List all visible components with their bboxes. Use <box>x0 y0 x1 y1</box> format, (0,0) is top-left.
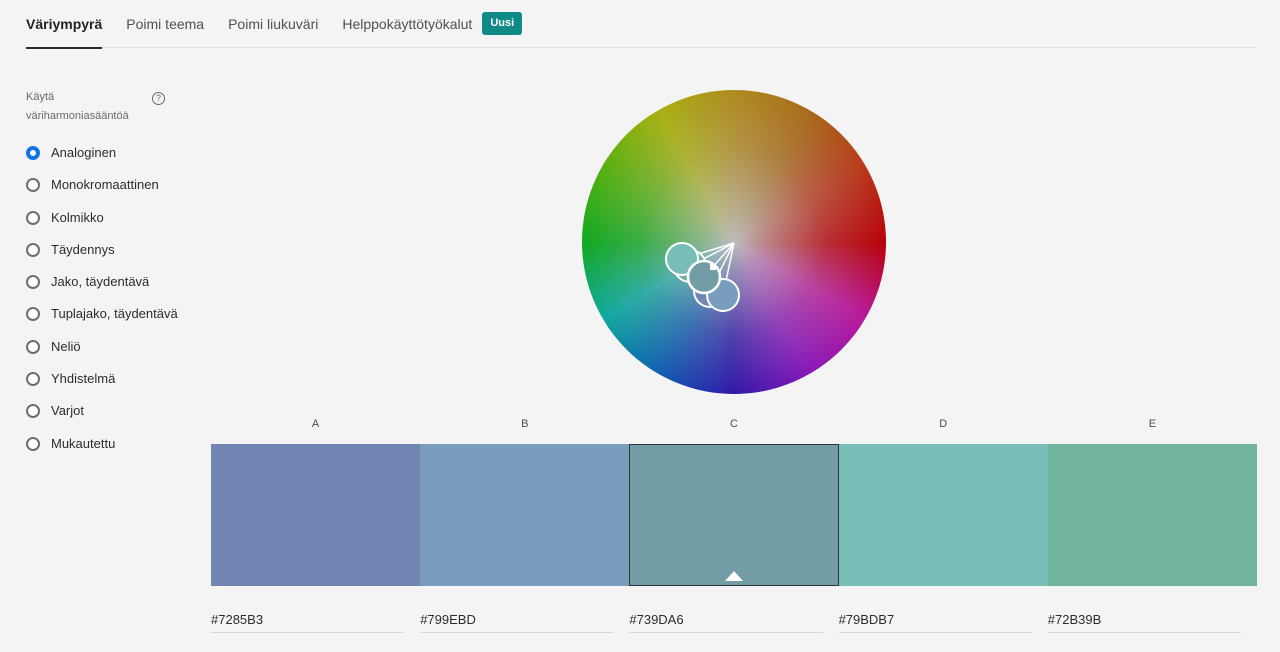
rule-option-triad[interactable]: Kolmikko <box>26 209 178 241</box>
color-wheel-handles[interactable] <box>582 90 886 394</box>
hex-input-e[interactable] <box>1047 606 1241 633</box>
swatch-letter-e: E <box>1148 418 1157 430</box>
swatch-b[interactable] <box>420 444 630 586</box>
rule-option-shades[interactable]: Varjot <box>26 402 178 434</box>
rule-option-label: Mukautettu <box>51 435 116 451</box>
swatch-d[interactable] <box>838 444 1048 586</box>
rule-option-label: Analoginen <box>51 145 117 160</box>
hex-cell-b <box>420 606 629 633</box>
radio-button[interactable] <box>26 436 40 451</box>
radio-button[interactable] <box>26 242 40 257</box>
radio-button[interactable] <box>26 178 40 193</box>
rule-option-split-complementary[interactable]: Jako, täydentävä <box>26 273 178 305</box>
radio-button[interactable] <box>26 210 40 225</box>
hex-cell-c <box>629 606 838 633</box>
rule-option-analogous[interactable]: Analoginen <box>26 144 178 176</box>
radio-button[interactable] <box>26 275 40 290</box>
swatch-letter-b: B <box>521 418 529 430</box>
rule-option-label: Varjot <box>51 403 84 419</box>
hex-input-a[interactable] <box>211 606 405 633</box>
harmony-rule-header: Käytä väriharmoniasääntöä ? <box>26 88 166 126</box>
radio-button[interactable] <box>26 404 40 419</box>
hex-cell-d <box>838 606 1048 633</box>
harmony-rule-title: Käytä väriharmoniasääntöä <box>26 91 129 122</box>
hex-inputs <box>211 606 1257 633</box>
swatch-c[interactable] <box>629 444 839 586</box>
tab-extract-gradient[interactable]: Poimi liukuväri <box>228 0 318 48</box>
rule-option-monochromatic[interactable]: Monokromaattinen <box>26 176 178 208</box>
rule-option-label: Kolmikko <box>51 209 104 225</box>
rule-option-label: Jako, täydentävä <box>51 274 150 290</box>
harmony-rule-list: Analoginen Monokromaattinen Kolmikko Täy… <box>26 144 178 467</box>
swatch-letters: A B C D E <box>211 418 1257 430</box>
swatch-e[interactable] <box>1047 444 1258 586</box>
swatch-a[interactable] <box>211 444 421 586</box>
rule-option-square[interactable]: Neliö <box>26 338 178 370</box>
tab-accessibility-tools[interactable]: Helppokäyttötyökalut <box>342 0 472 48</box>
tab-extract-theme[interactable]: Poimi teema <box>126 0 204 48</box>
hex-input-c[interactable] <box>629 606 823 633</box>
color-wheel[interactable] <box>582 90 886 394</box>
tab-color-wheel[interactable]: Väriympyrä <box>26 0 103 49</box>
help-icon[interactable]: ? <box>152 92 165 105</box>
rule-option-label: Tuplajako, täydentävä <box>51 306 178 322</box>
rule-option-complementary[interactable]: Täydennys <box>26 241 178 273</box>
radio-button[interactable] <box>26 307 40 322</box>
hex-cell-e <box>1047 606 1257 633</box>
rule-option-double-split-complementary[interactable]: Tuplajako, täydentävä <box>26 305 178 337</box>
hex-input-b[interactable] <box>420 606 614 633</box>
tab-bar: Väriympyrä Poimi teema Poimi liukuväri H… <box>26 0 1256 49</box>
rule-option-label: Neliö <box>51 338 81 354</box>
new-badge: Uusi <box>482 12 523 35</box>
color-handle-c-base[interactable] <box>686 259 722 295</box>
radio-button[interactable] <box>26 339 40 354</box>
swatch-letter-d: D <box>939 418 948 430</box>
hex-input-d[interactable] <box>838 606 1032 633</box>
rule-option-label: Täydennys <box>51 241 115 257</box>
base-color-marker-icon <box>725 571 743 581</box>
swatch-letter-a: A <box>311 418 320 430</box>
radio-button[interactable] <box>26 146 40 160</box>
hex-cell-a <box>211 606 420 633</box>
rule-option-custom[interactable]: Mukautettu <box>26 435 178 467</box>
radio-button[interactable] <box>26 372 40 387</box>
rule-option-compound[interactable]: Yhdistelmä <box>26 370 178 402</box>
swatch-letter-c: C <box>730 418 738 430</box>
rule-option-label: Monokromaattinen <box>51 177 159 193</box>
rule-option-label: Yhdistelmä <box>51 371 116 387</box>
color-swatches <box>211 444 1258 586</box>
